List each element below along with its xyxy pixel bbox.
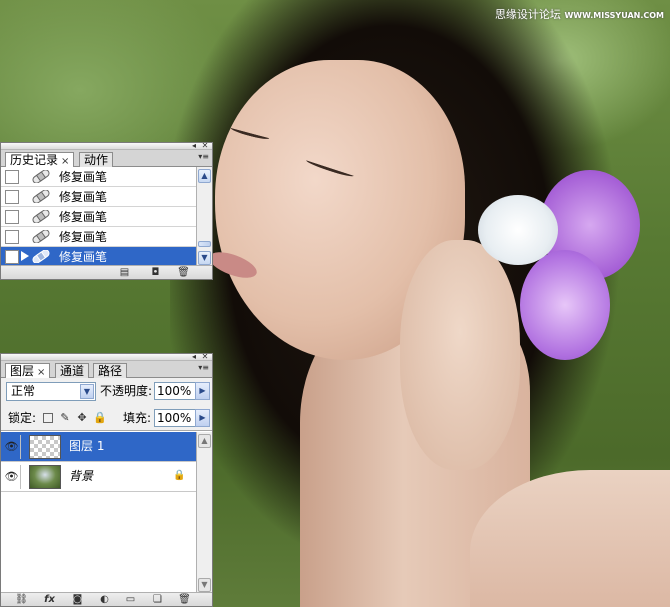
healing-brush-icon xyxy=(32,250,50,263)
current-state-marker-icon xyxy=(21,251,29,261)
fill-value: 100% xyxy=(157,411,192,425)
layers-tab-bar: 图层 × 通道 路径 xyxy=(1,361,212,379)
flower-purple-bottom xyxy=(520,250,610,360)
new-snapshot-icon[interactable]: ◘ xyxy=(149,267,162,278)
scroll-down-icon[interactable]: ▼ xyxy=(198,578,211,592)
add-mask-icon[interactable]: ◙ xyxy=(71,594,84,605)
history-item-label: 修复画笔 xyxy=(59,170,108,184)
scroll-down-icon[interactable]: ▼ xyxy=(198,251,211,265)
eye-visibility-icon[interactable]: 👁 xyxy=(3,435,21,459)
close-panel-icon[interactable]: ✕ xyxy=(201,353,209,361)
opacity-arrow-icon[interactable]: ▶ xyxy=(195,382,210,400)
adjustment-layer-icon[interactable]: ◐ xyxy=(98,594,111,605)
close-panel-icon[interactable]: ✕ xyxy=(201,142,209,150)
minimize-panel-icon[interactable]: ◂ xyxy=(190,353,198,361)
lock-icon: 🔒 xyxy=(173,470,186,481)
watermark-cn: 思缘设计论坛 xyxy=(494,8,561,21)
history-item[interactable]: 修复画笔 xyxy=(1,187,197,207)
tab-channels[interactable]: 通道 xyxy=(55,363,90,379)
scroll-thumb[interactable] xyxy=(198,241,211,247)
history-item-label: 修复画笔 xyxy=(59,190,108,204)
layer-thumbnail-photo xyxy=(29,465,61,489)
layers-scrollbar[interactable]: ▲ ▼ xyxy=(196,432,212,594)
tab-history-label: 历史记录 xyxy=(10,153,59,167)
history-item-label: 修复画笔 xyxy=(59,210,108,224)
opacity-label: 不透明度: xyxy=(100,384,153,398)
tab-paths[interactable]: 路径 xyxy=(93,363,128,379)
panel-menu-icon[interactable]: ▾≡ xyxy=(198,152,209,161)
link-layers-icon[interactable]: ⛓ xyxy=(15,594,28,605)
lock-all-icon[interactable]: 🔒 xyxy=(93,412,107,424)
lock-position-icon[interactable]: ✥ xyxy=(76,412,88,424)
close-tab-icon[interactable]: × xyxy=(61,156,69,167)
healing-brush-icon xyxy=(32,230,50,243)
history-panel: ◂ ✕ 历史记录 × 动作 ▾≡ 修复画笔 修复画笔 修复画笔 修复画笔 修复画… xyxy=(0,142,213,280)
layers-bottom-bar: ⛓ fx ◙ ◐ ▭ ❏ 🗑 xyxy=(1,592,212,606)
healing-brush-icon xyxy=(32,190,50,203)
opacity-value: 100% xyxy=(157,384,192,398)
new-document-from-state-icon[interactable]: ▤ xyxy=(118,267,131,278)
history-source-checkbox[interactable] xyxy=(5,230,19,244)
panel-title-bar[interactable]: ◂ ✕ xyxy=(1,142,212,150)
history-source-checkbox[interactable] xyxy=(5,170,19,184)
blend-mode-select[interactable]: 正常 ▼ xyxy=(6,382,96,401)
layer-style-fx-icon[interactable]: fx xyxy=(43,594,56,605)
tab-channels-label: 通道 xyxy=(60,364,85,378)
delete-state-icon[interactable]: 🗑 xyxy=(177,267,190,278)
scroll-up-icon[interactable]: ▲ xyxy=(198,169,211,183)
panel-title-bar[interactable]: ◂ ✕ xyxy=(1,353,212,361)
layer-name: 图层 1 xyxy=(69,439,105,453)
delete-layer-icon[interactable]: 🗑 xyxy=(178,594,191,605)
history-item[interactable]: 修复画笔 xyxy=(1,167,197,187)
scroll-up-icon[interactable]: ▲ xyxy=(198,434,211,448)
hand-shape xyxy=(400,240,520,470)
fill-arrow-icon[interactable]: ▶ xyxy=(195,409,210,427)
history-item[interactable]: 修复画笔 xyxy=(1,207,197,227)
new-group-icon[interactable]: ▭ xyxy=(124,594,137,605)
minimize-panel-icon[interactable]: ◂ xyxy=(190,142,198,150)
fill-label: 填充: xyxy=(123,411,152,425)
watermark: 思缘设计论坛 WWW.MISSYUAN.COM xyxy=(495,6,664,22)
history-source-checkbox[interactable] xyxy=(5,190,19,204)
fill-field[interactable]: 100% xyxy=(154,409,196,427)
eye-visibility-icon[interactable]: 👁 xyxy=(3,465,21,489)
layer-name: 背景 xyxy=(69,469,94,483)
history-tab-bar: 历史记录 × 动作 xyxy=(1,150,212,168)
history-source-checkbox[interactable] xyxy=(5,210,19,224)
tab-actions[interactable]: 动作 xyxy=(79,152,114,168)
tab-actions-label: 动作 xyxy=(84,153,109,167)
history-item-label: 修复画笔 xyxy=(59,230,108,244)
tab-paths-label: 路径 xyxy=(98,364,123,378)
layers-panel: ◂ ✕ 图层 × 通道 路径 ▾≡ 正常 ▼ 不透明度: 100% ▶ 锁定: ✎… xyxy=(0,353,213,607)
history-item[interactable]: 修复画笔 xyxy=(1,227,197,247)
history-scrollbar[interactable]: ▲ ▼ xyxy=(196,167,212,267)
blend-mode-value: 正常 xyxy=(11,384,36,398)
healing-brush-icon xyxy=(32,170,50,183)
tab-layers-label: 图层 xyxy=(10,364,35,378)
layer-thumbnail-transparent xyxy=(29,435,61,459)
tab-history[interactable]: 历史记录 × xyxy=(5,152,75,168)
history-item-selected[interactable]: 修复画笔 xyxy=(1,247,197,267)
panel-menu-icon[interactable]: ▾≡ xyxy=(198,363,209,372)
lock-label: 锁定: xyxy=(8,411,37,425)
layer-row-selected[interactable]: 👁 图层 1 xyxy=(1,432,198,462)
history-item-label: 修复画笔 xyxy=(59,250,108,264)
lock-transparent-pixels-icon[interactable] xyxy=(43,413,53,423)
history-list: 修复画笔 修复画笔 修复画笔 修复画笔 修复画笔 xyxy=(1,167,197,267)
tab-layers[interactable]: 图层 × xyxy=(5,363,51,379)
new-layer-icon[interactable]: ❏ xyxy=(151,594,164,605)
layer-controls: 正常 ▼ 不透明度: 100% ▶ 锁定: ✎ ✥ 🔒 填充: 100% ▶ xyxy=(1,378,212,431)
layer-row[interactable]: 👁 背景 🔒 xyxy=(1,462,198,492)
layer-list: 👁 图层 1 👁 背景 🔒 xyxy=(1,432,198,594)
history-source-checkbox[interactable] xyxy=(5,250,19,264)
flower-white xyxy=(478,195,558,265)
opacity-field[interactable]: 100% xyxy=(154,382,196,400)
chevron-down-icon[interactable]: ▼ xyxy=(80,384,94,399)
history-bottom-bar: ▤ ◘ 🗑 xyxy=(1,265,212,279)
lock-image-pixels-icon[interactable]: ✎ xyxy=(59,412,71,424)
healing-brush-icon xyxy=(32,210,50,223)
watermark-en: WWW.MISSYUAN.COM xyxy=(564,11,664,20)
close-tab-icon[interactable]: × xyxy=(37,367,45,378)
